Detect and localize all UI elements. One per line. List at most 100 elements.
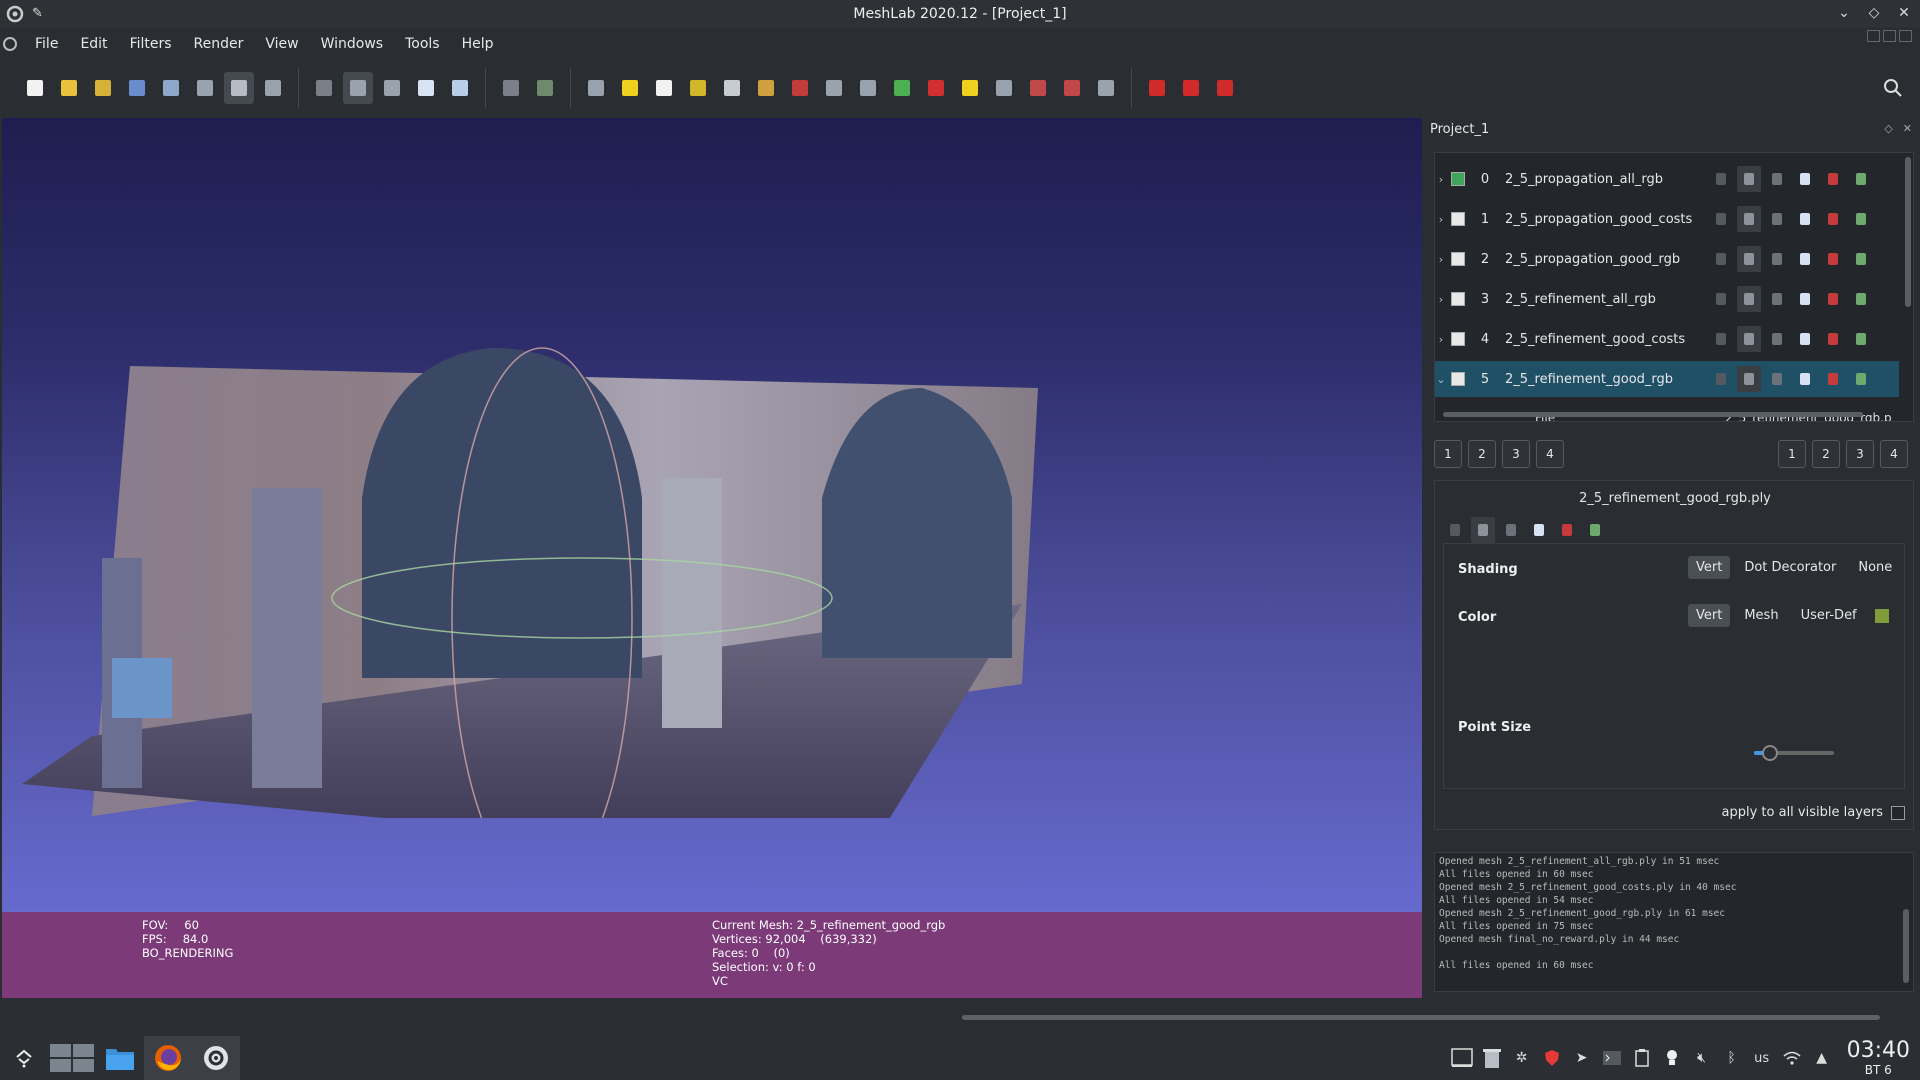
brush-icon[interactable] [751, 72, 781, 104]
layer-visibility-toggle[interactable] [1451, 372, 1465, 386]
weather-icon[interactable]: ✲ [1507, 1036, 1537, 1080]
chevron-right-icon[interactable]: › [1435, 213, 1447, 226]
point-size-slider[interactable] [1754, 745, 1834, 761]
clock[interactable]: 03:40 ВТ 6 [1847, 1039, 1910, 1078]
select-faces-icon[interactable] [989, 72, 1019, 104]
left-tab-2[interactable]: 2 [1468, 440, 1496, 468]
layer-visibility-toggle[interactable] [1451, 292, 1465, 306]
layer-row[interactable]: ⌄ 5 2_5_refinement_good_rgb [1435, 361, 1899, 397]
layer-row[interactable]: › 1 2_5_propagation_good_costs [1435, 201, 1899, 237]
shading-dot-decorator-option[interactable]: Dot Decorator [1736, 556, 1844, 579]
layer-texture-icon[interactable] [1821, 246, 1845, 272]
mirror-icon[interactable] [785, 72, 815, 104]
point-size-handle[interactable] [1762, 745, 1778, 761]
layer-row[interactable]: › 4 2_5_refinement_good_costs [1435, 321, 1899, 357]
select-point-icon[interactable] [1057, 72, 1087, 104]
layer-bbox-icon[interactable] [1709, 246, 1733, 272]
3d-viewport[interactable]: FOV: 60 FPS: 84.0 BO_RENDERING Current Mes… [2, 118, 1422, 998]
fill-mode-icon[interactable] [1527, 517, 1551, 543]
apply-all-checkbox[interactable] [1891, 805, 1905, 820]
new-project-icon[interactable] [20, 72, 50, 104]
chevron-right-icon[interactable]: › [1435, 333, 1447, 346]
menu-help[interactable]: Help [451, 36, 505, 52]
paint-icon[interactable] [683, 72, 713, 104]
select-vertices-icon[interactable] [819, 72, 849, 104]
mdi-close-button[interactable] [1899, 30, 1912, 42]
layer-list-hscroll[interactable] [1443, 412, 1863, 417]
delete-all-icon[interactable] [1210, 72, 1240, 104]
layer-wire-icon[interactable] [1765, 326, 1789, 352]
layer-bbox-icon[interactable] [1709, 366, 1733, 392]
menu-render[interactable]: Render [183, 36, 255, 52]
layer-wire-icon[interactable] [1765, 286, 1789, 312]
layer-visibility-toggle[interactable] [1451, 212, 1465, 226]
layer-texture-icon[interactable] [1821, 206, 1845, 232]
bluetooth-icon[interactable]: ᛒ [1717, 1036, 1747, 1080]
layer-fill-icon[interactable] [1793, 206, 1817, 232]
menu-file[interactable]: File [24, 36, 69, 52]
layer-row[interactable]: › 3 2_5_refinement_all_rgb [1435, 281, 1899, 317]
menu-view[interactable]: View [254, 36, 309, 52]
layer-fill-icon[interactable] [1793, 286, 1817, 312]
bbox-render-icon[interactable] [309, 72, 339, 104]
wireframe-render-icon[interactable] [377, 72, 407, 104]
layer-texture-icon[interactable] [1821, 166, 1845, 192]
shading-vert-option[interactable]: Vert [1688, 556, 1731, 579]
dock-close-icon[interactable]: ✕ [1903, 122, 1912, 135]
color-vert-option[interactable]: Vert [1688, 604, 1731, 627]
bulb-icon[interactable] [1657, 1036, 1687, 1080]
layer-wire-icon[interactable] [1765, 246, 1789, 272]
layer-row[interactable]: › 2 2_5_propagation_good_rgb [1435, 241, 1899, 277]
app-launcher-icon[interactable] [0, 1036, 48, 1080]
layer-bbox-icon[interactable] [1709, 286, 1733, 312]
points-mode-icon[interactable] [1471, 517, 1495, 543]
left-tab-3[interactable]: 3 [1502, 440, 1530, 468]
layer-fill-icon[interactable] [1793, 166, 1817, 192]
annotation-icon[interactable] [615, 72, 645, 104]
import-mesh-icon[interactable] [88, 72, 118, 104]
flat-render-icon[interactable] [411, 72, 441, 104]
layer-list[interactable]: › 0 2_5_propagation_all_rgb › 1 2_5_propagati… [1434, 152, 1914, 422]
layer-fill-icon[interactable] [1793, 366, 1817, 392]
camera-icon[interactable] [717, 72, 747, 104]
layer-texture-icon[interactable] [1821, 366, 1845, 392]
mdi-minimize-button[interactable] [1867, 30, 1880, 42]
meshlab-icon[interactable] [192, 1036, 240, 1080]
layer-visibility-toggle[interactable] [1451, 252, 1465, 266]
chevron-right-icon[interactable]: › [1435, 253, 1447, 266]
palette-icon[interactable] [887, 72, 917, 104]
chevron-down-icon[interactable]: ⌄ [1435, 373, 1447, 386]
left-tab-1[interactable]: 1 [1434, 440, 1462, 468]
file-manager-icon[interactable] [96, 1036, 144, 1080]
log-vscroll[interactable] [1903, 909, 1909, 983]
export-mesh-icon[interactable] [156, 72, 186, 104]
close-button[interactable]: ✕ [1896, 4, 1912, 22]
layer-points-icon[interactable] [1737, 166, 1761, 192]
align-icon[interactable] [581, 72, 611, 104]
layer-points-icon[interactable] [1737, 246, 1761, 272]
terminal-icon[interactable] [1597, 1036, 1627, 1080]
keyboard-layout[interactable]: us [1747, 1036, 1777, 1080]
layer-decorator-icon[interactable] [1849, 206, 1873, 232]
user-color-swatch[interactable] [1874, 608, 1889, 623]
layer-fill-icon[interactable] [1793, 246, 1817, 272]
layer-points-icon[interactable] [1737, 366, 1761, 392]
delete-selection-icon[interactable] [921, 72, 951, 104]
layer-bbox-icon[interactable] [1709, 326, 1733, 352]
layer-wire-icon[interactable] [1765, 166, 1789, 192]
color-user-def-option[interactable]: User-Def [1793, 604, 1865, 627]
log-panel[interactable]: Opened mesh 2_5_refinement_all_rgb.ply i… [1434, 852, 1914, 992]
delete-faces-icon[interactable] [1176, 72, 1206, 104]
shield-icon[interactable] [1537, 1036, 1567, 1080]
layer-wire-icon[interactable] [1765, 366, 1789, 392]
layer-decorator-icon[interactable] [1849, 366, 1873, 392]
layer-row[interactable]: › 0 2_5_propagation_all_rgb [1435, 161, 1899, 197]
layer-bbox-icon[interactable] [1709, 206, 1733, 232]
layer-visibility-toggle[interactable] [1451, 172, 1465, 186]
layer-points-icon[interactable] [1737, 286, 1761, 312]
texture-mode-icon[interactable] [1555, 517, 1579, 543]
right-tab-4[interactable]: 4 [1880, 440, 1908, 468]
layer-texture-icon[interactable] [1821, 286, 1845, 312]
layer-points-icon[interactable] [1737, 206, 1761, 232]
axis-icon[interactable] [530, 72, 560, 104]
